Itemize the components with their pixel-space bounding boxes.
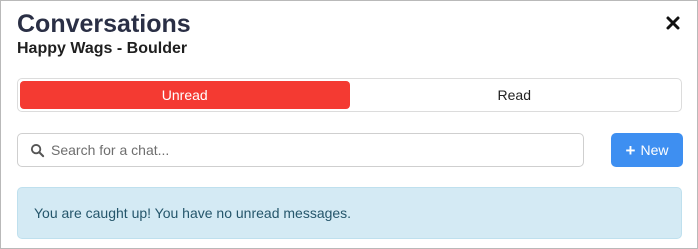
alert-message: You are caught up! You have no unread me… bbox=[34, 205, 352, 221]
plus-icon: + bbox=[625, 140, 636, 160]
new-chat-button[interactable]: + New bbox=[611, 133, 683, 167]
new-chat-label: New bbox=[640, 142, 669, 158]
location-subtitle: Happy Wags - Boulder bbox=[17, 40, 188, 57]
search-box bbox=[17, 133, 584, 167]
close-button[interactable] bbox=[665, 15, 681, 31]
caught-up-alert: You are caught up! You have no unread me… bbox=[17, 187, 682, 239]
close-icon bbox=[666, 16, 680, 30]
tab-read[interactable]: Read bbox=[350, 81, 680, 109]
search-input[interactable] bbox=[51, 134, 583, 166]
conversations-panel: Conversations Happy Wags - Boulder Unrea… bbox=[0, 0, 698, 249]
panel-title: Conversations bbox=[17, 10, 191, 38]
search-icon bbox=[30, 143, 45, 157]
read-status-tabs: Unread Read bbox=[17, 78, 682, 112]
tab-unread[interactable]: Unread bbox=[20, 81, 350, 109]
